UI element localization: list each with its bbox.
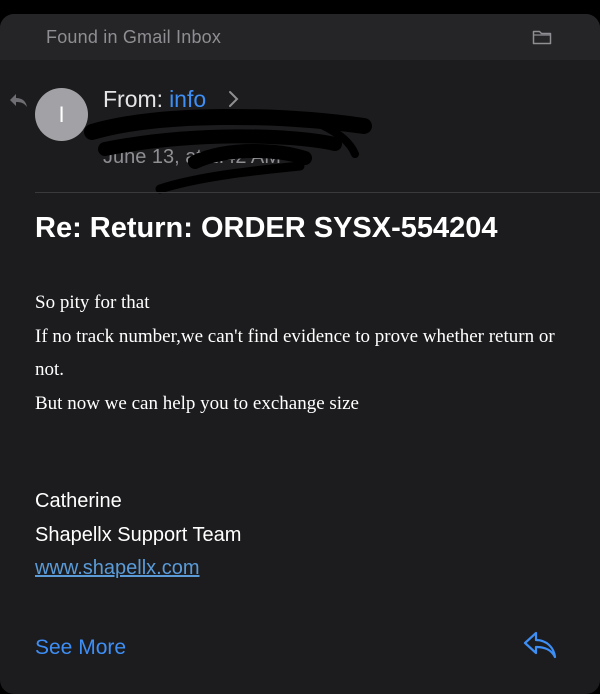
signature: Catherine Shapellx Support Team www.shap… xyxy=(35,485,241,586)
email-subject: Re: Return: ORDER SYSX-554204 xyxy=(35,212,498,244)
signature-link[interactable]: www.shapellx.com xyxy=(35,557,200,579)
search-result-header: Found in Gmail Inbox xyxy=(0,14,600,60)
see-more-button[interactable]: See More xyxy=(35,636,126,660)
body-line: So pity for that xyxy=(35,292,150,313)
signature-name: Catherine xyxy=(35,490,122,512)
reply-arrow-icon[interactable] xyxy=(522,630,558,660)
folder-icon[interactable] xyxy=(532,29,552,45)
body-line: If no track number,we can't find evidenc… xyxy=(35,325,555,381)
reply-indicator-icon xyxy=(10,94,27,107)
found-in-label: Found in Gmail Inbox xyxy=(46,27,222,47)
avatar-initial: I xyxy=(58,101,65,127)
redaction-scribble xyxy=(84,108,372,194)
signature-team: Shapellx Support Team xyxy=(35,523,242,546)
email-body: So pity for that If no track number,we c… xyxy=(35,286,575,420)
header-divider xyxy=(35,192,600,193)
email-card: Found in Gmail Inbox I From: info June 13… xyxy=(0,14,600,694)
body-line: But now we can help you to exchange size xyxy=(35,392,359,414)
